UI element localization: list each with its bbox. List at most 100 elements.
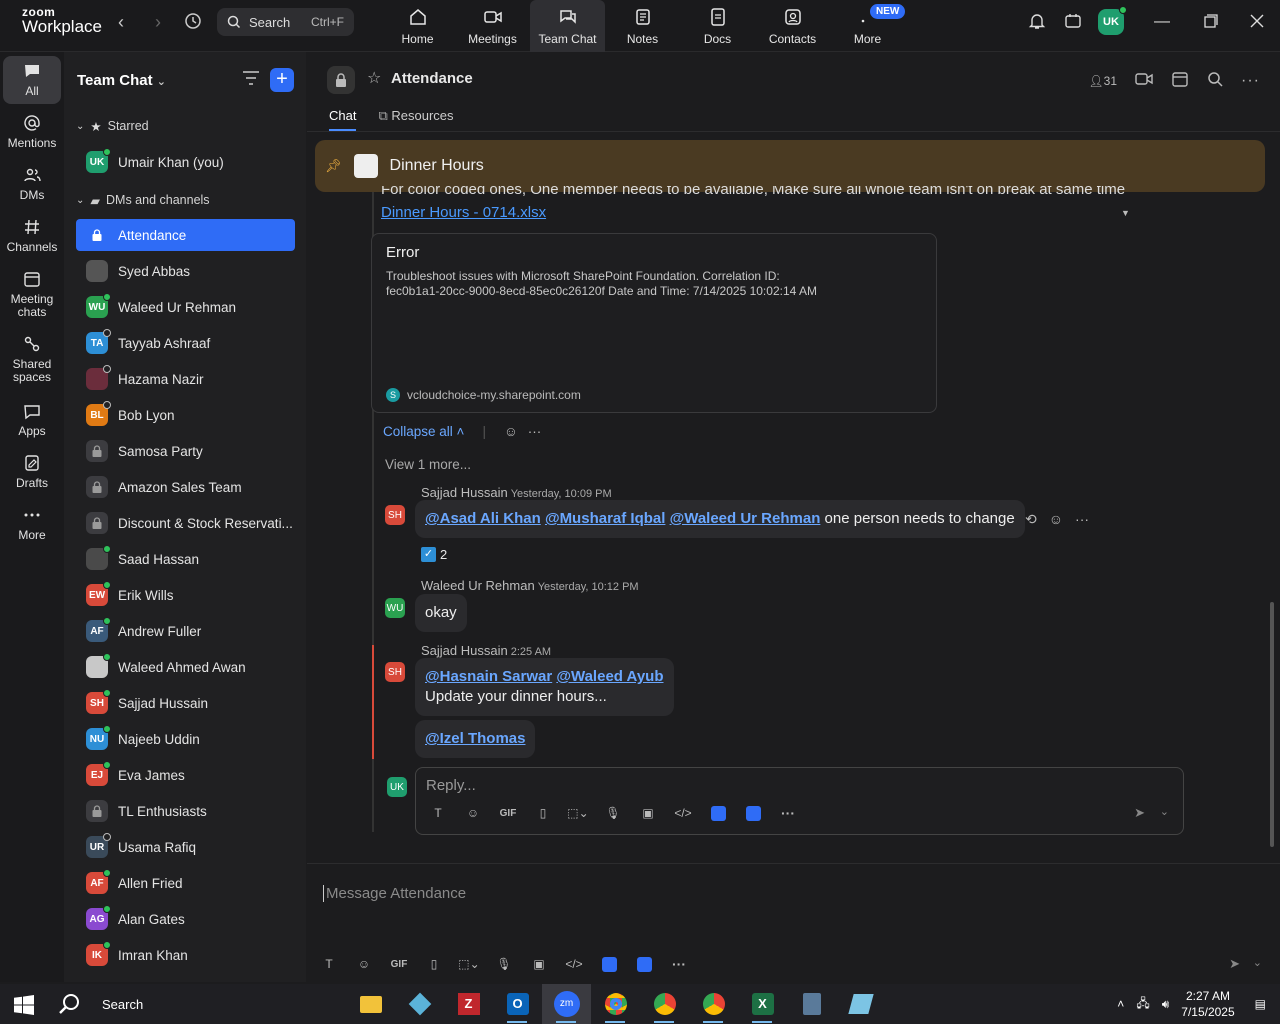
scrollbar-thumb[interactable] bbox=[1270, 602, 1274, 847]
message-author[interactable]: Sajjad Hussain bbox=[421, 485, 508, 500]
tab-more[interactable]: NEW More bbox=[830, 0, 906, 52]
message-author[interactable]: Sajjad Hussain bbox=[421, 643, 508, 658]
message-author[interactable]: Waleed Ur Rehman bbox=[421, 578, 535, 593]
more-options-icon[interactable]: ··· bbox=[669, 956, 689, 972]
message-bubble[interactable]: @Izel Thomas bbox=[415, 720, 536, 758]
close-icon[interactable] bbox=[1250, 14, 1264, 31]
sidebar-item-starred-self[interactable]: UK Umair Khan (you) bbox=[76, 146, 295, 178]
sidebar-title[interactable]: Team Chat ⌄ bbox=[77, 72, 166, 89]
avatar[interactable]: SH bbox=[385, 505, 405, 525]
tab-resources[interactable]: ⧉ Resources bbox=[378, 108, 453, 131]
rail-drafts[interactable]: Drafts bbox=[0, 454, 64, 490]
history-icon[interactable] bbox=[182, 12, 204, 34]
view-more-link[interactable]: View 1 more... bbox=[385, 457, 471, 472]
app-icon[interactable] bbox=[743, 805, 763, 821]
sidebar-item[interactable]: EJ Eva James bbox=[76, 759, 295, 791]
text-format-icon[interactable]: T bbox=[319, 957, 339, 971]
chevron-down-icon[interactable]: ⌄ bbox=[1160, 805, 1169, 818]
reply-icon[interactable]: ⟲ bbox=[1025, 511, 1037, 528]
message-bubble[interactable]: okay bbox=[415, 594, 467, 632]
app-diamond-icon[interactable] bbox=[395, 984, 444, 1024]
sidebar-item[interactable]: Samosa Party bbox=[76, 435, 295, 467]
sidebar-item[interactable]: Saad Hassan bbox=[76, 543, 295, 575]
sidebar-item[interactable]: AF Allen Fried bbox=[76, 867, 295, 899]
message-bubble[interactable]: @Hasnain Sarwar @Waleed Ayub Update your… bbox=[415, 658, 674, 716]
emoji-icon[interactable]: ☺ bbox=[463, 806, 483, 820]
filezilla-icon[interactable]: Z bbox=[444, 984, 493, 1024]
starred-section-header[interactable]: ⌄ ★ Starred bbox=[76, 116, 149, 136]
reaction-pill[interactable]: ✓ 2 bbox=[421, 547, 447, 562]
microphone-icon[interactable]: 🎙︎ bbox=[494, 957, 514, 971]
star-outline-icon[interactable]: ☆ bbox=[367, 68, 381, 88]
sidebar-item[interactable]: WU Waleed Ur Rehman bbox=[76, 291, 295, 323]
file-link[interactable]: Dinner Hours - 0714.xlsx bbox=[381, 204, 546, 221]
forward-arrow-icon[interactable]: › bbox=[147, 12, 169, 34]
tab-contacts[interactable]: Contacts bbox=[755, 0, 830, 52]
rail-meeting-chats[interactable]: Meeting chats bbox=[0, 270, 64, 319]
network-icon[interactable]: 🖧︎ bbox=[1136, 994, 1149, 1015]
rail-shared-spaces[interactable]: Shared spaces bbox=[0, 335, 64, 384]
sidebar-item[interactable]: SH Sajjad Hussain bbox=[76, 687, 295, 719]
rail-all[interactable]: All bbox=[3, 56, 61, 104]
video-message-icon[interactable]: ▣ bbox=[638, 806, 658, 820]
screenshot-icon[interactable]: ⬚⌄ bbox=[567, 806, 588, 820]
send-icon[interactable]: ➤ bbox=[1134, 805, 1145, 821]
add-reaction-icon[interactable]: ☺ bbox=[504, 424, 518, 439]
sidebar-item[interactable]: Amazon Sales Team bbox=[76, 471, 295, 503]
sidebar-item[interactable]: Hazama Nazir bbox=[76, 363, 295, 395]
notepad-icon[interactable] bbox=[836, 984, 885, 1024]
tab-notes[interactable]: Notes bbox=[605, 0, 680, 52]
sidebar-item[interactable]: UR Usama Rafiq bbox=[76, 831, 295, 863]
notifications-icon[interactable]: ▤ bbox=[1255, 997, 1266, 1011]
more-options-icon[interactable]: ··· bbox=[528, 424, 542, 439]
send-icon[interactable]: ➤ bbox=[1229, 956, 1240, 972]
rail-apps[interactable]: Apps bbox=[0, 402, 64, 438]
volume-icon[interactable]: 🔊︎ bbox=[1162, 997, 1170, 1012]
sidebar-item[interactable]: BL Bob Lyon bbox=[76, 399, 295, 431]
rail-channels[interactable]: Channels bbox=[0, 218, 64, 254]
mention[interactable]: @Waleed Ayub bbox=[556, 668, 663, 685]
chrome-icon[interactable] bbox=[591, 984, 640, 1024]
outlook-icon[interactable]: O bbox=[493, 984, 542, 1024]
video-message-icon[interactable]: ▣ bbox=[529, 957, 549, 971]
filter-icon[interactable] bbox=[242, 70, 260, 89]
mention[interactable]: @Waleed Ur Rehman bbox=[670, 510, 821, 527]
message-bubble[interactable]: @Asad Ali Khan @Musharaf Iqbal @Waleed U… bbox=[415, 500, 1025, 538]
scrollbar[interactable] bbox=[1269, 132, 1275, 862]
gif-icon[interactable]: GIF bbox=[389, 959, 409, 970]
link-preview-card[interactable]: Error Troubleshoot issues with Microsoft… bbox=[371, 233, 937, 413]
emoji-icon[interactable]: ☺ bbox=[354, 957, 374, 971]
new-chat-button[interactable]: + bbox=[270, 68, 294, 92]
user-avatar[interactable]: UK bbox=[1098, 6, 1127, 35]
tab-meetings[interactable]: Meetings bbox=[455, 0, 530, 52]
more-options-icon[interactable]: ··· bbox=[778, 805, 798, 821]
members-button[interactable]: 👤︎31 bbox=[1088, 74, 1117, 88]
tab-team-chat[interactable]: Team Chat bbox=[530, 0, 605, 52]
rail-mentions[interactable]: Mentions bbox=[0, 114, 64, 150]
sidebar-item[interactable]: Waleed Ahmed Awan bbox=[76, 651, 295, 683]
pinned-message-bar[interactable]: 📌︎ Dinner Hours bbox=[315, 140, 1265, 192]
sidebar-item[interactable]: AF Andrew Fuller bbox=[76, 615, 295, 647]
tab-home[interactable]: Home bbox=[380, 0, 455, 52]
more-options-icon[interactable]: ··· bbox=[1241, 72, 1260, 90]
calendar-icon[interactable] bbox=[1171, 70, 1189, 91]
app-icon[interactable] bbox=[599, 956, 619, 972]
mention[interactable]: @Asad Ali Khan bbox=[425, 510, 541, 527]
more-options-icon[interactable]: ··· bbox=[1075, 511, 1089, 528]
gif-icon[interactable]: GIF bbox=[498, 808, 518, 819]
sidebar-item[interactable]: Discount & Stock Reservati... bbox=[76, 507, 295, 539]
screenshot-icon[interactable]: ⬚⌄ bbox=[458, 957, 479, 971]
minimize-icon[interactable]: — bbox=[1154, 13, 1170, 31]
taskbar-search[interactable]: Search bbox=[58, 993, 143, 1015]
mention[interactable]: @Hasnain Sarwar bbox=[425, 668, 552, 685]
message-composer[interactable]: Message Attendance T ☺ GIF ▯ ⬚⌄ 🎙︎ ▣ </>… bbox=[307, 863, 1280, 982]
whiteboard-icon[interactable] bbox=[1064, 12, 1082, 33]
sidebar-item[interactable]: IK Imran Khan bbox=[76, 939, 295, 971]
excel-icon[interactable]: X bbox=[738, 984, 787, 1024]
thread-reply-box[interactable]: Reply... T ☺ GIF ▯ ⬚⌄ 🎙︎ ▣ </> ··· ➤ ⌄ bbox=[415, 767, 1184, 835]
dms-section-header[interactable]: ⌄ ▰ DMs and channels bbox=[76, 190, 210, 210]
text-format-icon[interactable]: T bbox=[428, 806, 448, 820]
sidebar-item[interactable]: Attendance bbox=[76, 219, 295, 251]
sidebar-item[interactable]: TL Enthusiasts bbox=[76, 795, 295, 827]
mention[interactable]: @Izel Thomas bbox=[425, 730, 525, 747]
